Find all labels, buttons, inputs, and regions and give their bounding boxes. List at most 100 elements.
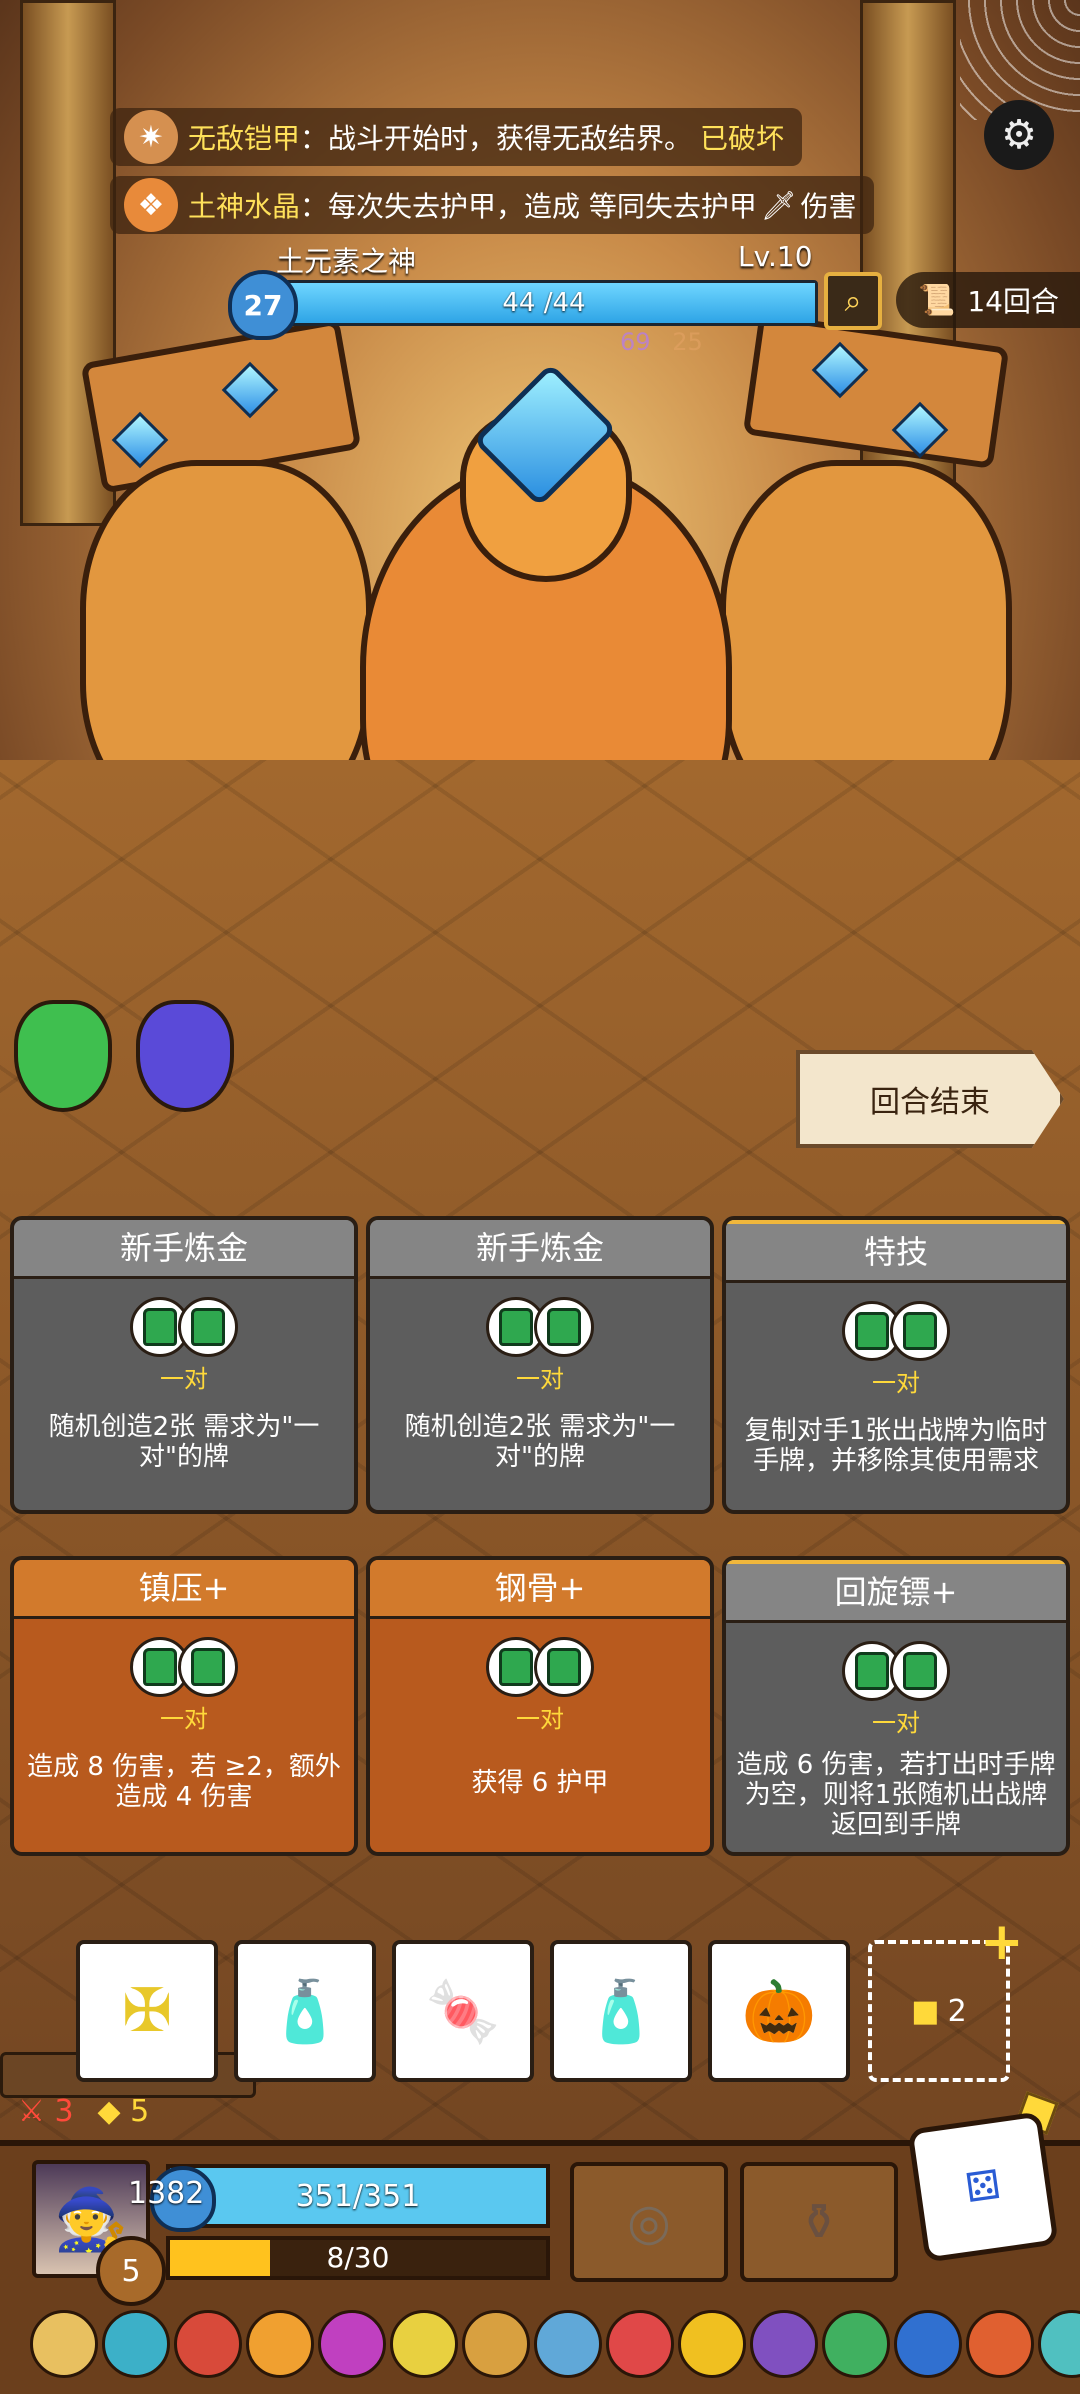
hand-slot-candy-icon[interactable]: 🍬 — [392, 1940, 534, 2082]
rock-right — [742, 313, 1010, 469]
boss-hp-text: 44 /44 — [502, 288, 586, 318]
card-desc: 复制对手1张出战牌为临时手牌，并移除其使用需求 — [744, 1416, 1048, 1476]
card-boomerang-plus[interactable]: 回旋镖+ 一对 造成 6 伤害，若打出时手牌为空，则将1张随机出战牌返回到手牌 — [722, 1556, 1070, 1856]
relic-icon[interactable] — [246, 2310, 314, 2378]
card-req-label: 一对 — [872, 1709, 920, 1737]
bottle-icon — [534, 1637, 594, 1697]
player-hp-bar: 351/351 — [166, 2164, 550, 2228]
player-level-badge: 5 — [96, 2236, 166, 2306]
player-gold: 1382 — [128, 2176, 205, 2211]
empty-slot-count: 2 — [947, 1993, 967, 2029]
relic-icon[interactable] — [102, 2310, 170, 2378]
card-stunt[interactable]: 特技 一对 复制对手1张出战牌为临时手牌，并移除其使用需求 — [722, 1216, 1070, 1514]
relic-icon[interactable] — [966, 2310, 1034, 2378]
dice-button[interactable]: ⚄ — [907, 2111, 1059, 2263]
yellow-counter-value: 5 — [130, 2094, 150, 2129]
relic-icon[interactable] — [534, 2310, 602, 2378]
card-title: 新手炼金 — [14, 1220, 354, 1279]
add-slot-plus-icon[interactable]: + — [980, 1912, 1024, 1972]
relic-icon[interactable] — [750, 2310, 818, 2378]
buff-text: ：战斗开始时，获得无敌结界。 — [300, 122, 693, 155]
yellow-counter: ◆ 5 — [97, 2094, 150, 2129]
boss-hp-bar: 44 /44 — [270, 280, 818, 326]
buff-name: 无敌铠甲 — [188, 122, 301, 155]
card-requirement — [370, 1637, 710, 1697]
buff-name: 土神水晶 — [188, 190, 301, 223]
intent-value: 69 — [620, 328, 651, 356]
bottle-icon — [178, 1297, 238, 1357]
card-req-label: 一对 — [160, 1705, 208, 1733]
potion-shelf — [0, 1000, 256, 2098]
hand-slot-potion-icon[interactable]: 🧴 — [234, 1940, 376, 2082]
buff-earth-crystal[interactable]: ❖ 土神水晶 ：每次失去护甲，造成 等同失去护甲 🗡 伤害 — [110, 176, 875, 234]
gold-cube-icon: ■ — [911, 1993, 940, 2029]
hand-slot-cross-icon[interactable]: ✠ — [76, 1940, 218, 2082]
status-counters: ⚔ 3 ◆ 5 — [18, 2094, 149, 2129]
player-level: 5 — [121, 2253, 141, 2289]
relic-icon[interactable] — [462, 2310, 530, 2378]
card-novice-alchemy-1[interactable]: 新手炼金 一对 随机创造2张 需求为"一对"的牌 — [10, 1216, 358, 1514]
card-novice-alchemy-2[interactable]: 新手炼金 一对 随机创造2张 需求为"一对"的牌 — [366, 1216, 714, 1514]
card-title: 回旋镖+ — [726, 1560, 1066, 1623]
boss-armor-shield-icon: 27 — [228, 270, 298, 340]
player-xp-text: 8/30 — [326, 2241, 390, 2274]
relic-icon[interactable] — [1038, 2310, 1080, 2378]
card-steel-bone-plus[interactable]: 钢骨+ 一对 获得 6 护甲 — [366, 1556, 714, 1856]
boss-level: Lv.10 — [738, 240, 813, 273]
card-requirement — [14, 1637, 354, 1697]
pot-relic-icon[interactable]: ⚱ — [740, 2162, 898, 2282]
red-counter: ⚔ 3 — [18, 2094, 74, 2129]
boss-intent: 69 25 — [620, 328, 717, 356]
buff-suffix: 伤害 — [800, 190, 857, 223]
relic-bar — [0, 2300, 1080, 2388]
settings-gear-icon[interactable]: ⚙ — [984, 100, 1054, 170]
card-requirement — [370, 1297, 710, 1357]
card-req-label: 一对 — [872, 1369, 920, 1397]
card-requirement — [726, 1641, 1066, 1701]
boss-armor-value: 27 — [243, 288, 283, 322]
buff-invincible-armor[interactable]: ✷ 无敌铠甲 ：战斗开始时，获得无敌结界。 已破坏 — [110, 108, 803, 166]
card-desc: 随机创造2张 需求为"一对"的牌 — [48, 1412, 320, 1472]
blue-potion-icon[interactable] — [136, 1000, 234, 1112]
bottle-icon — [534, 1297, 594, 1357]
relic-icon[interactable] — [894, 2310, 962, 2378]
relic-icon[interactable] — [678, 2310, 746, 2378]
boss-name: 土元素之神 — [276, 245, 417, 278]
player-xp-bar: 8/30 — [166, 2236, 550, 2280]
bottle-icon — [890, 1641, 950, 1701]
intent-value: 25 — [672, 328, 703, 356]
scroll-icon: 📜 — [918, 282, 956, 318]
card-requirement — [726, 1301, 1066, 1361]
relic-icon[interactable] — [390, 2310, 458, 2378]
buff-text: ：每次失去护甲，造成 等同失去护甲 — [300, 190, 757, 223]
turn-label: 14回合 — [967, 285, 1059, 318]
card-desc: 造成 6 伤害，若打出时手牌为空，则将1张随机出战牌返回到手牌 — [736, 1750, 1056, 1840]
coins-relic-icon[interactable]: ◎ — [570, 2162, 728, 2282]
hand-slot-potion-icon[interactable]: 🧴 — [550, 1940, 692, 2082]
relic-icon[interactable] — [606, 2310, 674, 2378]
card-desc: 获得 6 护甲 — [471, 1768, 609, 1798]
card-title: 特技 — [726, 1220, 1066, 1283]
player-hp-text: 351/351 — [295, 2178, 421, 2214]
hand-slot-pumpkin-icon[interactable]: 🎃 — [708, 1940, 850, 2082]
relic-icon[interactable] — [174, 2310, 242, 2378]
sword-icon: 🗡 — [760, 188, 797, 222]
card-requirement — [14, 1297, 354, 1357]
card-suppress-plus[interactable]: 镇压+ 一对 造成 8 伤害，若 ≥2，额外造成 4 伤害 — [10, 1556, 358, 1856]
end-turn-button[interactable]: 回合结束 — [796, 1050, 1064, 1148]
shell-icon: ✷ — [124, 110, 178, 164]
bottle-icon — [178, 1637, 238, 1697]
card-req-label: 一对 — [160, 1365, 208, 1393]
relic-icon[interactable] — [30, 2310, 98, 2378]
relic-icon[interactable] — [318, 2310, 386, 2378]
green-potion-icon[interactable] — [14, 1000, 112, 1112]
inspect-magnifier-icon[interactable]: ⌕ — [824, 272, 882, 330]
crystal-cluster-icon: ❖ — [124, 178, 178, 232]
card-title: 镇压+ — [14, 1560, 354, 1619]
buff-status: 已破坏 — [700, 122, 785, 155]
red-counter-value: 3 — [54, 2094, 74, 2129]
turn-counter: 📜 14回合 — [896, 272, 1080, 328]
end-turn-label: 回合结束 — [870, 1085, 990, 1120]
card-req-label: 一对 — [516, 1705, 564, 1733]
relic-icon[interactable] — [822, 2310, 890, 2378]
